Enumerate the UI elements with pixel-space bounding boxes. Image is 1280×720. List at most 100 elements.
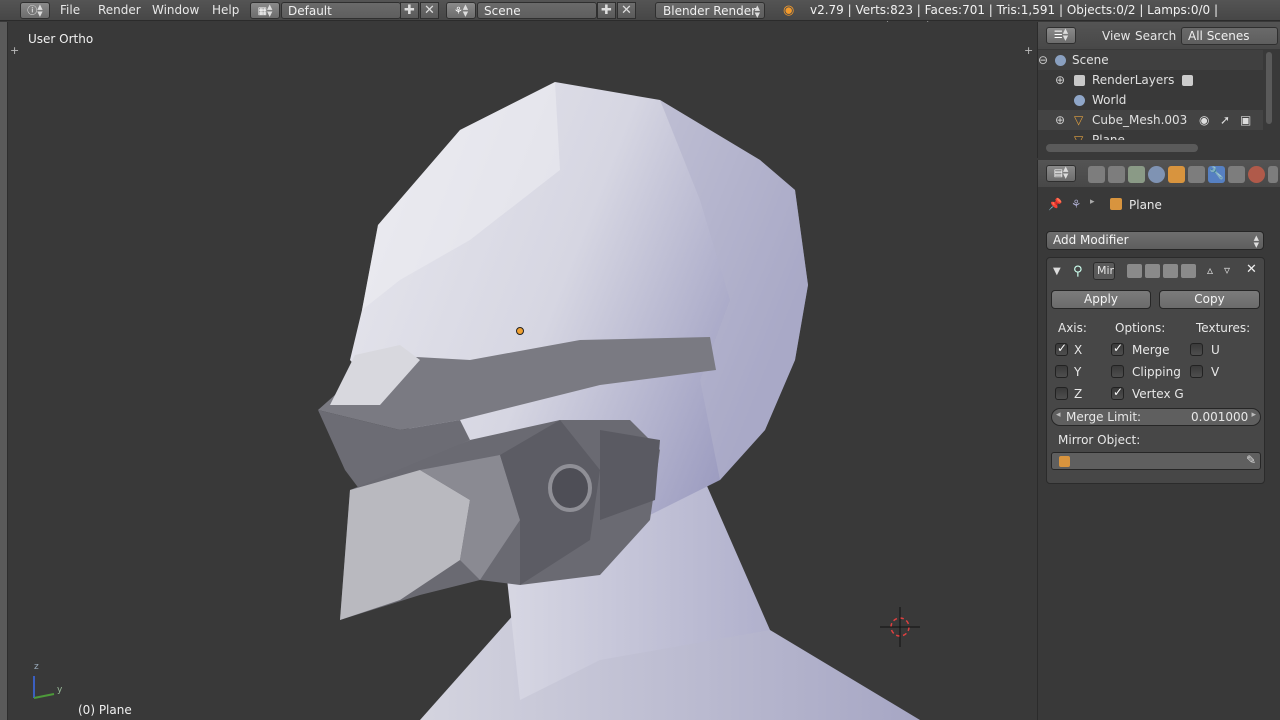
render-layers-tab-icon[interactable] xyxy=(1108,166,1125,183)
add-scene-button[interactable]: ✚ xyxy=(597,2,616,19)
axis-z-checkbox[interactable] xyxy=(1055,387,1068,400)
vertex-groups-checkbox[interactable] xyxy=(1111,385,1124,400)
toolshelf-collapsed-strip[interactable] xyxy=(0,22,8,720)
clipping-label: Clipping xyxy=(1132,365,1181,379)
menu-render[interactable]: Render xyxy=(94,2,145,19)
cage-toggle-icon[interactable] xyxy=(1181,264,1196,278)
axis-y-label: y xyxy=(57,685,63,695)
outliner-item-renderlayers[interactable]: ⊕ RenderLayers xyxy=(1038,70,1263,90)
updown-arrows-icon: ▲ ▼ xyxy=(754,4,760,19)
camera-render-icon[interactable]: ▣ xyxy=(1240,110,1251,130)
textures-header: Textures: xyxy=(1196,321,1251,335)
copy-button[interactable]: Copy xyxy=(1159,290,1260,309)
mirror-object-field[interactable]: ✎ xyxy=(1051,452,1261,470)
texture-u-label: U xyxy=(1211,343,1220,357)
modifier-name-field[interactable]: Mir xyxy=(1093,262,1115,280)
scene-selector-button[interactable]: ⚘▲ ▼ xyxy=(446,2,476,19)
decrement-arrow-icon[interactable]: ◂ xyxy=(1056,410,1061,420)
collapse-icon[interactable]: ⊖ xyxy=(1038,50,1048,70)
outliner-header: ☰▲ ▼ View Search All Scenes xyxy=(1038,22,1280,49)
scene-tab-icon[interactable] xyxy=(1128,166,1145,183)
pin-icon[interactable]: 📌 xyxy=(1048,197,1062,211)
texture-v-label: V xyxy=(1211,365,1220,379)
cursor-select-icon[interactable]: ➚ xyxy=(1220,110,1230,130)
render-tab-icon[interactable] xyxy=(1088,166,1105,183)
axis-header: Axis: xyxy=(1058,321,1087,335)
layout-name-field[interactable]: Default xyxy=(281,2,401,19)
properties-editor-type-button[interactable]: ▤▲ ▼ xyxy=(1046,165,1076,182)
viewport-scene xyxy=(33,82,920,720)
apply-button[interactable]: Apply xyxy=(1051,290,1151,309)
axis-y-label: Y xyxy=(1074,365,1082,379)
increment-arrow-icon[interactable]: ▸ xyxy=(1251,410,1256,420)
info-icon: ⓘ xyxy=(27,6,38,17)
move-up-icon[interactable]: ▵ xyxy=(1207,263,1213,277)
viewport-eye-icon[interactable] xyxy=(1145,264,1160,278)
constraints-tab-icon[interactable] xyxy=(1188,166,1205,183)
outliner-item-world[interactable]: World xyxy=(1038,90,1263,110)
add-layout-button[interactable]: ✚ xyxy=(400,2,419,19)
eye-icon[interactable]: ◉ xyxy=(1199,110,1209,130)
scene-name-field[interactable]: Scene xyxy=(477,2,597,19)
mirror-modifier-icon: ⚲ xyxy=(1073,264,1083,279)
data-tab-icon[interactable] xyxy=(1228,166,1245,183)
object-origin-dot xyxy=(516,327,524,335)
render-toggle-icon[interactable] xyxy=(1127,264,1142,278)
outliner-display-mode-select[interactable]: All Scenes xyxy=(1181,27,1278,45)
outliner-item-cube-mesh[interactable]: ⊕ ▽ Cube_Mesh.003 ◉ ➚ ▣ xyxy=(1038,110,1263,130)
mirror-modifier-panel: ▼ ⚲ Mir ▵ ▿ ✕ Apply Copy Axis: Options: … xyxy=(1046,257,1265,484)
texture-u-checkbox[interactable] xyxy=(1190,343,1203,356)
expand-properties-region-icon[interactable]: + xyxy=(1024,44,1033,57)
material-tab-icon[interactable] xyxy=(1248,166,1265,183)
options-header: Options: xyxy=(1115,321,1166,335)
collapse-triangle-icon[interactable]: ▼ xyxy=(1053,266,1061,277)
screen-layout-button[interactable]: ▦▲ ▼ xyxy=(250,2,280,19)
menu-help[interactable]: Help xyxy=(208,2,243,19)
eyedropper-icon[interactable]: ✎ xyxy=(1246,453,1256,467)
menu-window[interactable]: Window xyxy=(148,2,203,19)
outliner-view-menu[interactable]: View xyxy=(1102,29,1130,43)
render-engine-select[interactable]: Blender Render ▲ ▼ xyxy=(655,2,765,19)
clipping-checkbox[interactable] xyxy=(1111,365,1124,378)
move-down-icon[interactable]: ▿ xyxy=(1224,263,1230,277)
merge-limit-field[interactable]: ◂ Merge Limit: 0.001000 ▸ xyxy=(1051,408,1261,426)
add-modifier-select[interactable]: Add Modifier ▲ ▼ xyxy=(1046,231,1264,250)
merge-limit-value: 0.001000 xyxy=(1191,410,1249,424)
outliner-horizontal-scrollbar[interactable] xyxy=(1046,144,1198,152)
render-layers-icon xyxy=(1074,75,1085,86)
world-tab-icon[interactable] xyxy=(1148,166,1165,183)
texture-tab-icon[interactable] xyxy=(1268,166,1278,183)
axis-y-checkbox[interactable] xyxy=(1055,365,1068,378)
delete-scene-button[interactable]: ✕ xyxy=(617,2,636,19)
remove-modifier-close-icon[interactable]: ✕ xyxy=(1246,262,1257,277)
scene-context-icon: ⚘ xyxy=(1071,197,1082,211)
merge-checkbox[interactable] xyxy=(1111,341,1124,356)
outliner-item-plane[interactable]: ▽ Plane xyxy=(1038,130,1263,140)
render-layer-toggle-icon[interactable] xyxy=(1182,75,1193,86)
menu-file[interactable]: File xyxy=(56,2,84,19)
properties-header: ▤▲ ▼ 🔧 xyxy=(1038,160,1280,187)
outliner-editor-type-button[interactable]: ☰▲ ▼ xyxy=(1046,27,1076,44)
delete-layout-button[interactable]: ✕ xyxy=(420,2,439,19)
expand-icon[interactable]: ⊕ xyxy=(1055,110,1065,130)
info-header: ⓘ▲ ▼ File Render Window Help ▦▲ ▼ Default … xyxy=(0,0,1280,34)
expand-icon[interactable]: ⊕ xyxy=(1055,70,1065,90)
texture-v-checkbox[interactable] xyxy=(1190,365,1203,378)
outliner-search-menu[interactable]: Search xyxy=(1135,29,1176,43)
modifiers-tab-wrench-icon[interactable]: 🔧 xyxy=(1208,166,1225,183)
plus-icon: ✚ xyxy=(601,3,612,18)
outliner-item-scene[interactable]: ⊖ Scene xyxy=(1038,50,1263,70)
mesh-object-icon: ▽ xyxy=(1074,133,1084,140)
updown-arrows-icon: ▲ ▼ xyxy=(37,3,43,18)
properties-icon: ▤ xyxy=(1053,168,1064,179)
editor-type-button[interactable]: ⓘ▲ ▼ xyxy=(20,2,50,19)
merge-limit-label: Merge Limit: xyxy=(1066,410,1142,424)
outliner-vertical-scrollbar[interactable] xyxy=(1266,52,1272,124)
3d-cursor-icon xyxy=(880,607,920,647)
outliner-editor: ☰▲ ▼ View Search All Scenes ⊖ Scene ⊕ Ren… xyxy=(1037,22,1280,158)
3d-viewport[interactable]: User Ortho (0) Plane z y + + xyxy=(8,22,1036,720)
axis-x-checkbox[interactable] xyxy=(1055,341,1068,356)
object-tab-icon[interactable] xyxy=(1168,166,1185,183)
expand-toolshelf-icon[interactable]: + xyxy=(10,44,19,57)
editmode-toggle-icon[interactable] xyxy=(1163,264,1178,278)
